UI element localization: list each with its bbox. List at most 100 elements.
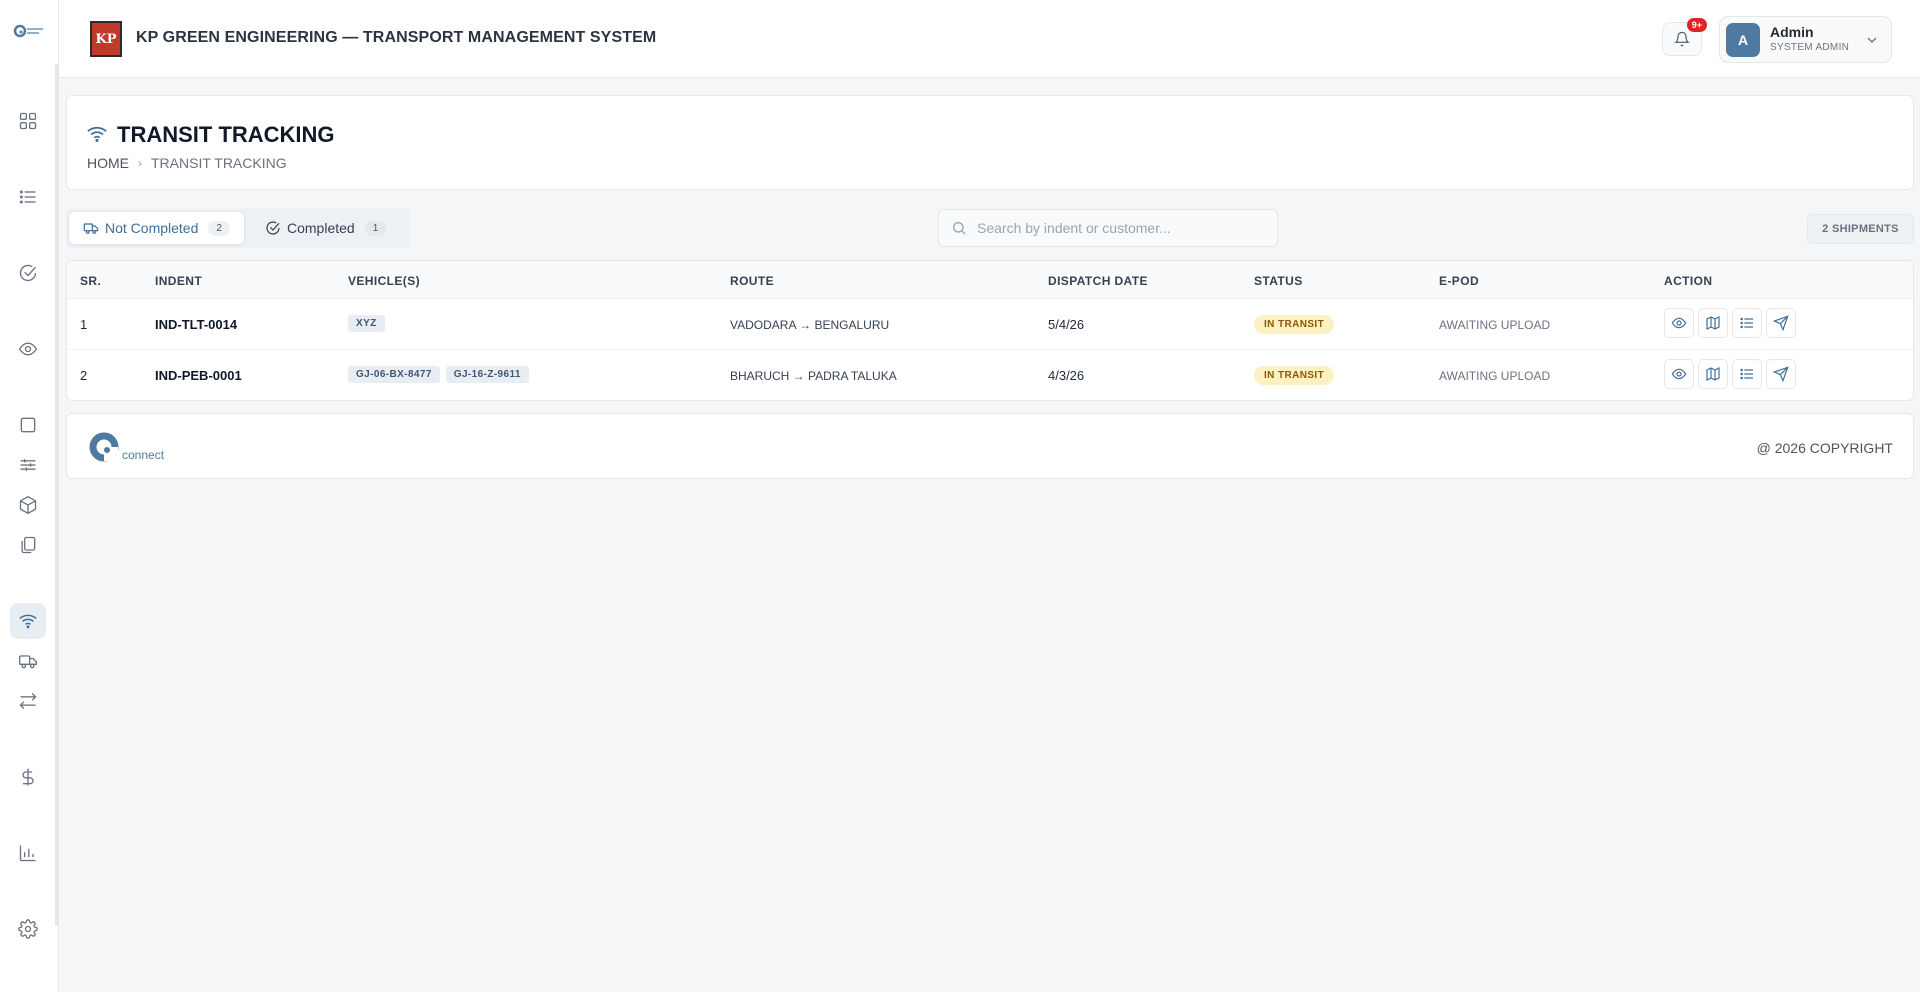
sidebar-item-blank[interactable] [10, 407, 46, 443]
details-button[interactable] [1732, 359, 1762, 389]
check-circle-icon [19, 264, 37, 282]
sidebar-item-packages[interactable] [10, 487, 46, 523]
map-button[interactable] [1698, 308, 1728, 338]
sidebar-item-dashboard[interactable] [10, 103, 46, 139]
wifi-icon [87, 126, 107, 142]
breadcrumb-home[interactable]: HOME [87, 155, 129, 171]
connect-logo-icon [89, 432, 119, 462]
documents-icon [21, 536, 36, 554]
send-icon [1773, 315, 1789, 331]
search-input[interactable] [977, 220, 1257, 236]
cell-sr: 1 [80, 317, 88, 332]
wifi-icon [19, 614, 37, 629]
column-header-epod: E-POD [1439, 274, 1480, 288]
tab-count-badge: 1 [364, 220, 387, 236]
sidebar-item-list[interactable] [10, 179, 46, 215]
notifications-button[interactable]: 9+ [1662, 18, 1707, 56]
status-badge: IN TRANSIT [1254, 315, 1335, 334]
sidebar-item-vehicles[interactable] [10, 643, 46, 679]
column-header-status: STATUS [1254, 274, 1303, 288]
view-button[interactable] [1664, 359, 1694, 389]
footer-logo: connect [88, 431, 164, 463]
cell-route: BHARUCH → PADRA TALUKA [730, 369, 897, 383]
details-button[interactable] [1732, 308, 1762, 338]
view-button[interactable] [1664, 308, 1694, 338]
user-menu[interactable]: A Admin SYSTEM ADMIN [1719, 16, 1892, 63]
map-button[interactable] [1698, 359, 1728, 389]
bar-chart-icon [19, 845, 36, 862]
sidebar-item-approvals[interactable] [10, 255, 46, 291]
truck-icon [83, 223, 99, 234]
vehicle-tag: GJ-16-Z-9611 [445, 366, 529, 383]
cell-epod: AWAITING UPLOAD [1439, 318, 1551, 332]
send-button[interactable] [1766, 308, 1796, 338]
company-logo-icon[interactable] [13, 22, 47, 40]
footer: connect @ 2026 COPYRIGHT [66, 413, 1914, 479]
map-icon [1706, 367, 1720, 381]
breadcrumb: HOME › TRANSIT TRACKING [87, 155, 287, 171]
chevron-right-icon: › [138, 156, 142, 170]
sidebar-item-reports[interactable] [10, 835, 46, 871]
table-header: SR. INDENT VEHICLE(S) ROUTE DISPATCH DAT… [67, 261, 1913, 299]
column-header-dispatch-date: DISPATCH DATE [1048, 274, 1148, 288]
column-header-sr: SR. [80, 274, 102, 288]
tab-not-completed[interactable]: Not Completed 2 [68, 211, 245, 245]
list-icon [1740, 317, 1753, 329]
notification-badge: 9+ [1686, 18, 1707, 32]
cell-sr: 2 [80, 368, 88, 383]
search-icon [953, 222, 966, 235]
eye-icon [1671, 368, 1687, 380]
dashboard-grid-icon [19, 112, 37, 130]
cell-indent[interactable]: IND-PEB-0001 [155, 368, 242, 383]
app-title: KP GREEN ENGINEERING — TRANSPORT MANAGEM… [136, 29, 657, 46]
sidebar-item-documents[interactable] [10, 527, 46, 563]
cell-dispatch-date: 4/3/26 [1048, 368, 1085, 383]
vehicle-tag: GJ-06-BX-8477 [348, 366, 440, 383]
list-icon [19, 190, 36, 204]
square-icon [20, 417, 36, 433]
map-icon [1706, 316, 1720, 330]
page-title: TRANSIT TRACKING [117, 122, 335, 147]
sidebar-item-view[interactable] [10, 331, 46, 367]
table-row[interactable]: 2 IND-PEB-0001 GJ-06-BX-8477 GJ-16-Z-961… [67, 350, 1913, 400]
eye-icon [18, 342, 38, 356]
send-icon [1773, 366, 1789, 382]
cell-vehicles: GJ-06-BX-8477 GJ-16-Z-9611 [348, 366, 529, 383]
shipment-count-badge: 2 SHIPMENTS [1807, 214, 1914, 244]
sidebar-scrollbar[interactable] [55, 64, 59, 926]
search-box [938, 209, 1278, 247]
column-header-indent: INDENT [155, 274, 203, 288]
row-actions [1664, 359, 1796, 389]
sidebar-item-settings-sliders[interactable] [10, 447, 46, 483]
cell-epod: AWAITING UPLOAD [1439, 369, 1551, 383]
shipments-table: SR. INDENT VEHICLE(S) ROUTE DISPATCH DAT… [66, 260, 1914, 401]
transfer-arrows-icon [19, 693, 37, 709]
sidebar-item-billing[interactable] [10, 759, 46, 795]
chevron-down-icon [1867, 37, 1877, 43]
tab-completed[interactable]: Completed 1 [251, 211, 400, 245]
avatar: A [1726, 23, 1760, 57]
footer-logo-text: connect [122, 448, 165, 462]
cell-vehicles: XYZ [348, 315, 385, 332]
status-badge: IN TRANSIT [1254, 366, 1335, 385]
page-header: TRANSIT TRACKING HOME › TRANSIT TRACKING [66, 95, 1914, 190]
tab-label: Not Completed [105, 220, 199, 236]
list-icon [1740, 368, 1753, 380]
table-row[interactable]: 1 IND-TLT-0014 XYZ VADODARA → BENGALURU … [67, 299, 1913, 350]
status-tabs: Not Completed 2 Completed 1 [66, 208, 410, 248]
truck-icon [19, 655, 37, 669]
cell-route: VADODARA → BENGALURU [730, 318, 890, 332]
sidebar-item-transfers[interactable] [10, 683, 46, 719]
bell-icon [1674, 31, 1690, 47]
send-button[interactable] [1766, 359, 1796, 389]
top-header: KP KP GREEN ENGINEERING — TRANSPORT MANA… [59, 0, 1920, 78]
sidebar-item-transit-tracking[interactable] [10, 603, 46, 639]
cell-dispatch-date: 5/4/26 [1048, 317, 1085, 332]
user-name: Admin [1770, 24, 1814, 40]
sidebar [0, 0, 59, 992]
cell-indent[interactable]: IND-TLT-0014 [155, 317, 237, 332]
vehicle-tag: XYZ [348, 315, 385, 332]
sidebar-item-settings[interactable] [10, 911, 46, 947]
package-icon [19, 495, 37, 515]
column-header-route: ROUTE [730, 274, 774, 288]
